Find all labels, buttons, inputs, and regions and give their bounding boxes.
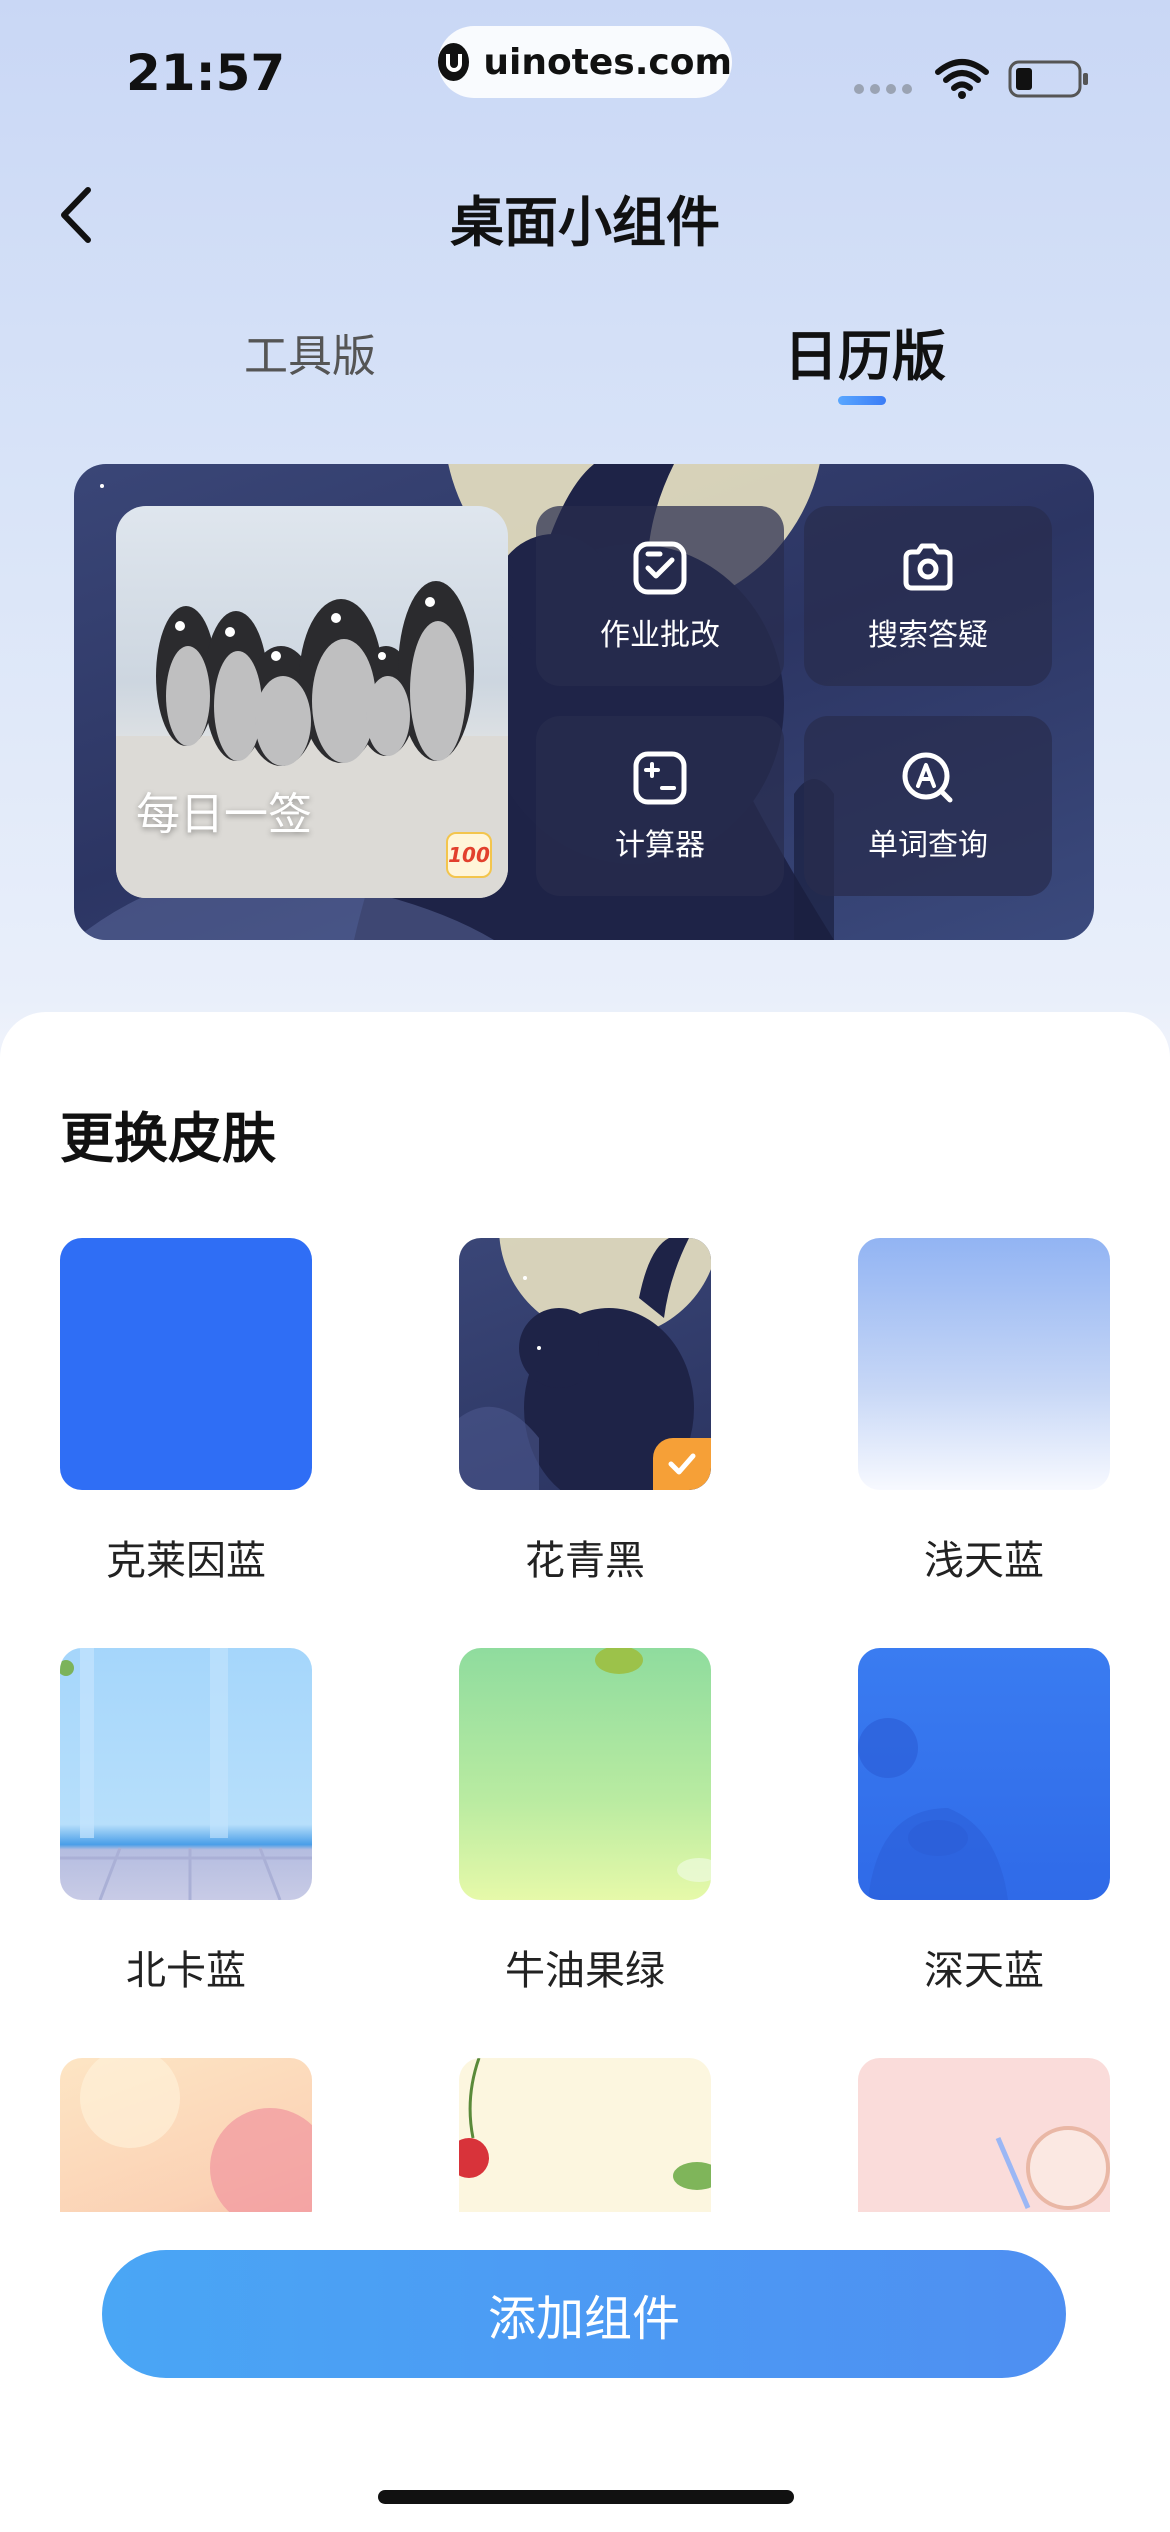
- skin-option-carolina-blue[interactable]: 北卡蓝: [60, 1648, 312, 1994]
- tool-label: 单词查询: [868, 828, 988, 863]
- tool-search-qa[interactable]: 搜索答疑: [804, 506, 1052, 686]
- skin-option-peach[interactable]: [60, 2058, 312, 2238]
- skin-swatch: [858, 1238, 1110, 1490]
- wifi-icon: [935, 59, 989, 99]
- calculator-icon: [633, 751, 687, 805]
- skin-option-cherry-cream[interactable]: [459, 2058, 711, 2238]
- daily-quote-label: 每日一签: [136, 789, 312, 840]
- widget-preview: 每日一签 100 作业批改 搜索答疑 计算器 单词查询: [74, 464, 1094, 940]
- skin-label: 北卡蓝: [126, 1948, 246, 1994]
- badge-100-icon: 100: [446, 832, 492, 878]
- peach-art: [80, 2058, 312, 2228]
- skin-swatch: [858, 2058, 1110, 2238]
- page-title: 桌面小组件: [450, 191, 720, 254]
- selected-check-icon: [653, 1438, 711, 1490]
- status-time: 21:57: [126, 44, 286, 102]
- skin-label: 浅天蓝: [924, 1538, 1044, 1584]
- skin-swatch: [858, 1648, 1110, 1900]
- signal-icon: [854, 84, 912, 94]
- avocado-art: [595, 1648, 711, 1882]
- skin-option-cyan-black[interactable]: 花青黑: [459, 1238, 711, 1584]
- add-widget-button[interactable]: 添加组件: [102, 2250, 1066, 2378]
- skin-label: 花青黑: [525, 1538, 645, 1584]
- skin-option-avocado-green[interactable]: 牛油果绿: [459, 1648, 711, 1994]
- skin-label: 牛油果绿: [505, 1948, 665, 1994]
- skin-swatch: [459, 2058, 711, 2238]
- skin-swatch: [60, 1238, 312, 1490]
- character-art: [858, 1718, 1008, 1900]
- tab-tools-version[interactable]: 工具版: [244, 320, 376, 384]
- skin-swatch: [60, 2058, 312, 2238]
- status-bar: 21:57 uinotes.com: [0, 0, 1170, 140]
- skin-swatch: [60, 1648, 312, 1900]
- skin-grid[interactable]: 克莱因蓝 花青黑 浅天蓝 北卡蓝 牛油果绿 深天蓝: [0, 1238, 1170, 2238]
- home-indicator: [378, 2490, 794, 2504]
- skin-option-pink[interactable]: [858, 2058, 1110, 2238]
- tool-label: 作业批改: [600, 618, 720, 653]
- tool-label: 搜索答疑: [868, 618, 988, 653]
- room-art: [60, 1648, 312, 1900]
- site-logo-icon: [438, 43, 470, 81]
- skin-option-deep-sky-blue[interactable]: 深天蓝: [858, 1648, 1110, 1994]
- tool-label: 计算器: [615, 828, 705, 863]
- tool-word-search[interactable]: 单词查询: [804, 716, 1052, 896]
- battery-icon: [1008, 60, 1088, 98]
- tab-calendar-version[interactable]: 日历版: [784, 312, 946, 391]
- homework-check-icon: [633, 541, 687, 595]
- drink-art: [995, 2126, 1110, 2210]
- word-search-icon: [902, 752, 953, 803]
- skin-label: 克莱因蓝: [106, 1538, 266, 1584]
- skin-section-title: 更换皮肤: [60, 1107, 276, 1170]
- url-pill[interactable]: uinotes.com: [438, 26, 732, 98]
- tool-homework-check[interactable]: 作业批改: [536, 506, 784, 686]
- camera-icon: [903, 543, 953, 591]
- active-tab-indicator: [838, 396, 886, 405]
- cherry-art: [459, 2058, 711, 2190]
- url-text: uinotes.com: [483, 41, 732, 83]
- tool-calculator[interactable]: 计算器: [536, 716, 784, 896]
- skin-label: 深天蓝: [924, 1948, 1044, 1994]
- skin-swatch: [459, 1238, 711, 1490]
- skin-option-light-sky-blue[interactable]: 浅天蓝: [858, 1238, 1110, 1584]
- skin-swatch: [459, 1648, 711, 1900]
- skin-option-klein-blue[interactable]: 克莱因蓝: [60, 1238, 312, 1584]
- daily-quote-card[interactable]: 每日一签 100: [116, 506, 508, 898]
